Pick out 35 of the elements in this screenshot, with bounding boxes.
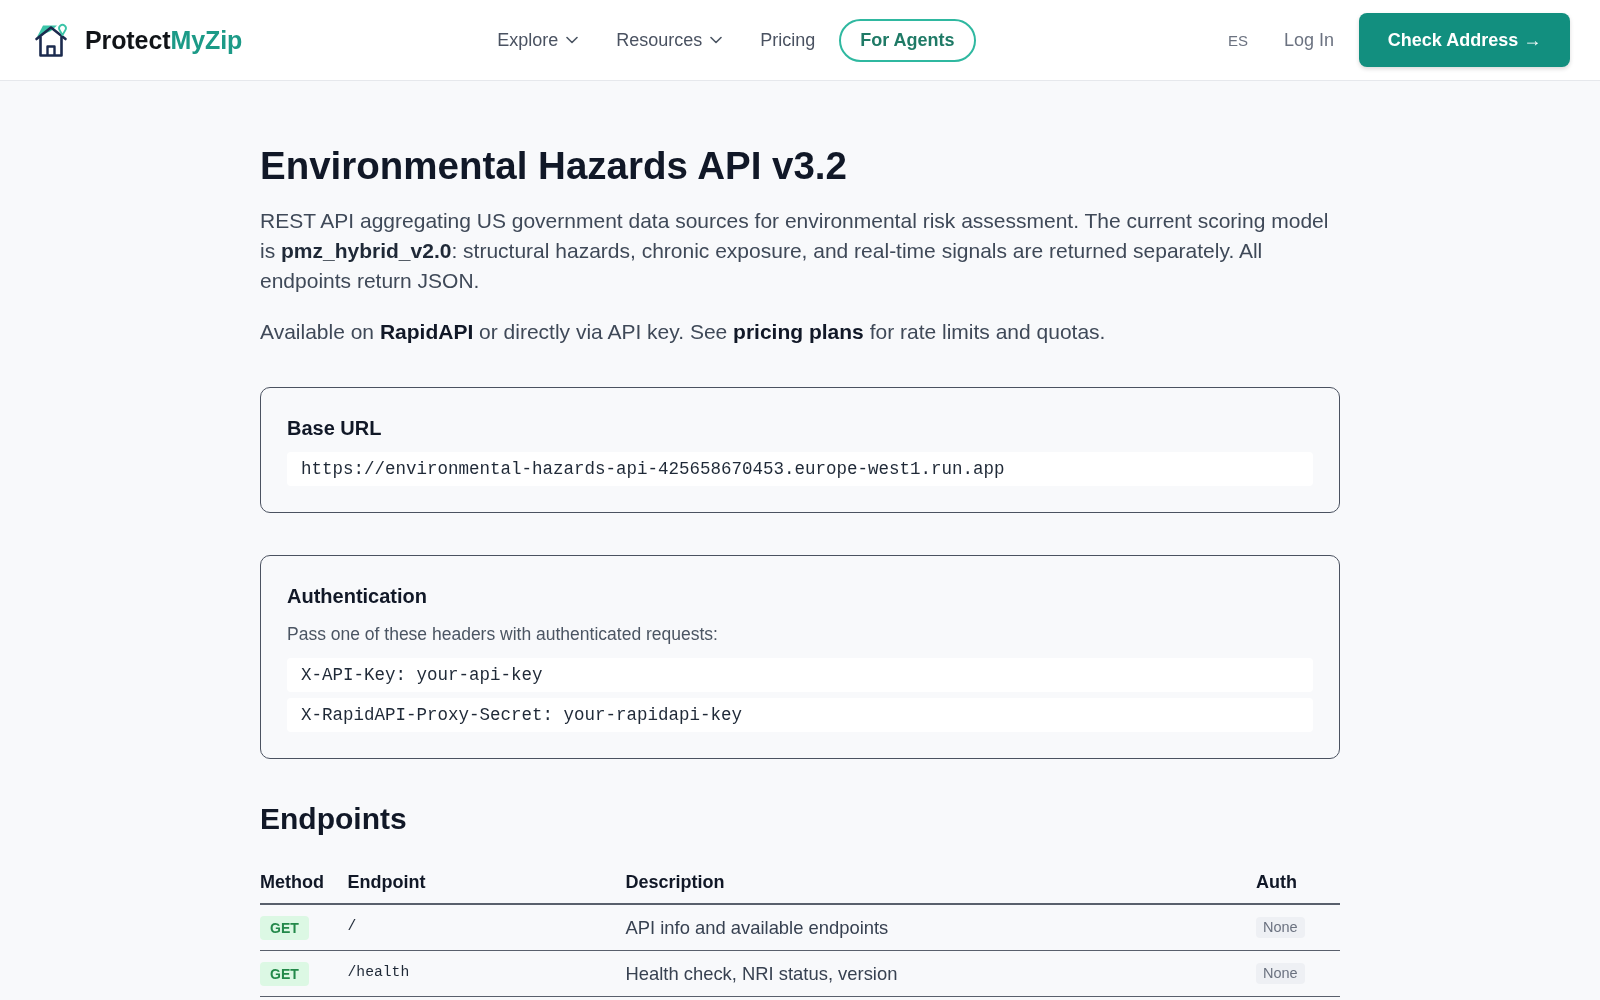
intro-paragraph: REST API aggregating US government data sources for environmental risk assessment. The current scoring model is pmz_hybrid_v2.0: structural hazards, chronic exposure, and real-time signals are returned separately. All endpoints return JSON. [260,208,1330,294]
chevron-down-icon [710,36,723,44]
section-heading: Endpoints [260,801,408,837]
endpoint-path: / [347,917,357,934]
card-heading: Authentication [287,584,428,609]
check-address-button[interactable]: Check Address → [1359,13,1570,67]
endpoint-description: API info and available endpoints [625,916,889,939]
code-snippet: X-RapidAPI-Proxy-Secret: your-rapidapi-key [287,698,1313,732]
language-switch-link[interactable]: ES [1227,31,1248,49]
endpoint-description: Health check, NRI status, version [625,962,898,985]
auth-tag: None [1256,917,1305,938]
column-header: Auth [1256,871,1298,893]
brand-name[interactable]: ProtectMyZip [85,25,243,55]
text-link[interactable]: RapidAPI [379,320,474,343]
column-header: Description [625,871,726,893]
method-tag: GET [260,961,309,986]
nav-dropdown-menu[interactable]: Explore [497,29,579,51]
column-header: Method [260,871,325,893]
chevron-down-icon [566,36,579,44]
nav-pill-button[interactable]: For Agents [839,18,976,62]
page-title: Environmental Hazards API v3.2 [260,143,848,189]
house-logo-icon[interactable] [34,22,70,58]
method-tag: GET [260,915,309,940]
code-snippet: https://environmental-hazards-api-425658670453.europe-west1.run.app [287,452,1313,486]
column-header: Endpoint [347,871,427,893]
availability-paragraph: Available on RapidAPI or directly via API key. See pricing plans for rate limits and quotas. [260,319,1107,345]
nav-link[interactable]: Pricing [760,29,816,51]
card-heading: Base URL [287,416,383,441]
auth-tag: None [1256,963,1305,984]
endpoint-path: /health [347,963,410,980]
card-description: Pass one of these headers with authenticated requests: [287,623,719,646]
text-link[interactable]: pricing plans [733,320,864,343]
code-snippet: X-API-Key: your-api-key [287,658,1313,692]
login-link[interactable]: Log In [1283,29,1334,51]
nav-dropdown-menu[interactable]: Resources [616,29,723,51]
